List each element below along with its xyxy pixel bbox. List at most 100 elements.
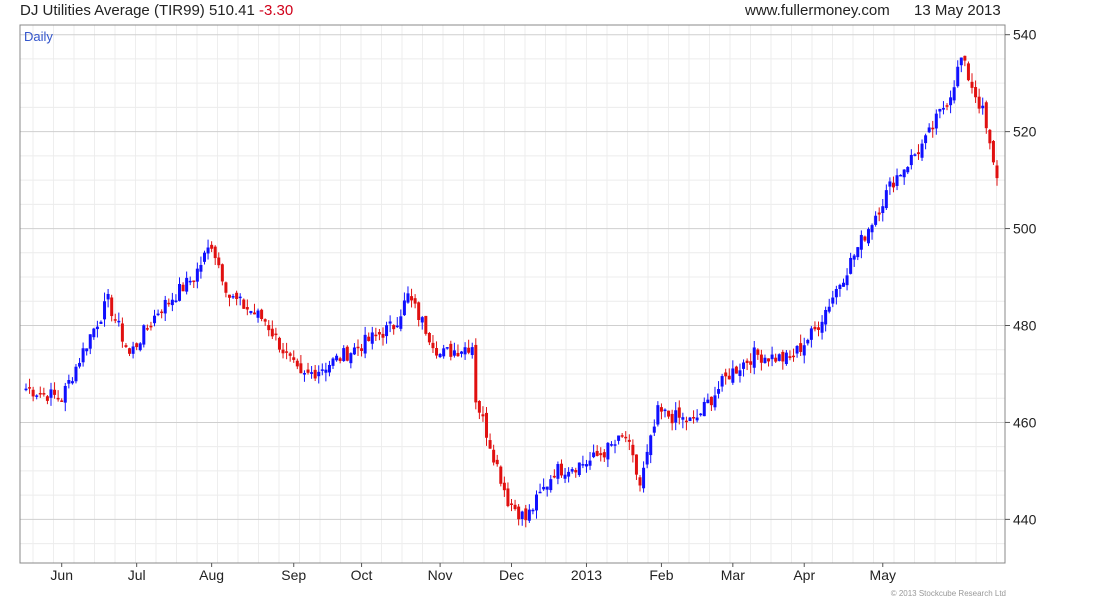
ohlc-bar [388,315,392,333]
bar-body [899,174,903,177]
bar-body [302,373,306,375]
x-tick-label: Jul [128,567,146,583]
bar-body [688,417,692,422]
bar-body [517,506,521,520]
bar-body [85,348,89,352]
bar-body [570,469,574,472]
bar-body [170,299,174,306]
bar-body [527,509,531,521]
bar-body [274,333,278,336]
bar-body [866,229,870,244]
bar-body [770,354,774,360]
ohlc-bar [74,364,78,384]
ohlc-bar [345,345,349,362]
ohlc-bar [356,339,360,356]
ohlc-bar [799,334,803,356]
ohlc-bar [781,349,785,370]
copyright-notice: © 2013 Stockcube Research Ltd [890,589,1006,598]
ohlc-bar [831,290,835,308]
bar-body [659,407,663,412]
bar-body [699,413,703,416]
bar-body [542,486,546,490]
ohlc-bar [128,347,132,357]
ohlc-bar [352,343,356,356]
bar-body [263,319,267,322]
bar-body [749,361,753,365]
bar-body [820,321,824,333]
bar-body [242,299,246,309]
bar-body [124,345,128,347]
ohlc-bar [684,416,688,431]
ohlc-bar [170,292,174,312]
bar-body [920,143,924,158]
ohlc-bar [788,350,792,361]
bar-body [395,325,399,328]
bar-body [606,442,610,460]
bar-body [267,325,271,331]
ohlc-bar [981,97,985,115]
ohlc-bar [549,475,553,493]
bar-body [531,509,535,512]
ohlc-bar [449,340,453,361]
bar-body [824,309,828,325]
ohlc-bar [349,352,353,369]
bar-body [795,346,799,354]
ohlc-bar [113,313,117,324]
bar-body [884,190,888,209]
bar-body [727,375,731,380]
bar-body [941,108,945,110]
ohlc-bar [877,207,881,222]
bar-body [120,323,124,342]
bar-body [777,354,781,361]
bar-body [106,293,110,300]
ohlc-bar [724,368,728,385]
bar-body [252,312,256,315]
ohlc-bar [460,350,464,358]
bar-body [270,328,274,337]
bar-body [877,212,881,215]
bar-body [934,113,938,129]
ohlc-bar [99,320,103,324]
bar-body [631,444,635,456]
bar-body [756,349,760,355]
bar-body [110,297,114,317]
bar-body [506,488,510,507]
bar-body [160,311,164,314]
bar-body [524,508,528,521]
ohlc-bar [681,412,685,429]
bar-body [584,464,588,467]
ohlc-bar [499,465,503,487]
bar-body [281,349,285,354]
bar-body [759,354,763,363]
ohlc-bar [103,292,107,327]
ohlc-bar [570,467,574,474]
bar-body [624,436,628,439]
bar-body [88,334,92,349]
ohlc-bar [402,292,406,316]
bar-body [53,389,57,395]
ohlc-bar [802,337,806,364]
ohlc-bar [588,451,592,470]
bar-body [288,353,292,356]
bar-body [684,420,688,423]
ohlc-bar [124,343,128,349]
bar-body [420,317,424,323]
bar-body [931,127,935,130]
ohlc-bar [56,390,60,402]
ohlc-bar [638,475,642,492]
ohlc-bar [288,351,292,362]
bar-body [695,417,699,421]
bar-body [677,407,681,418]
bar-body [495,459,499,465]
bar-body [813,326,817,330]
ohlc-bar [974,80,978,103]
ohlc-bar [692,410,696,424]
bar-body [38,393,42,395]
ohlc-bar [513,499,517,511]
bar-body [742,362,746,369]
ohlc-bar [859,230,863,259]
ohlc-bar [420,315,424,330]
ohlc-bar [45,395,49,405]
ohlc-bar [431,335,435,353]
bar-body [327,364,331,373]
